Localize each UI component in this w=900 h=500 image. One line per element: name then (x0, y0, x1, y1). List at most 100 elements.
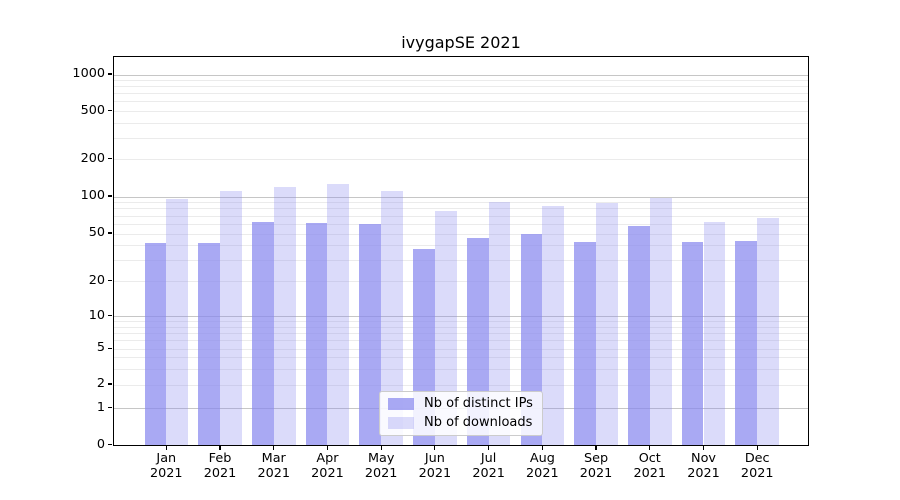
bar-distinct-ips-nov (681, 242, 704, 445)
gridline-minor (114, 122, 808, 124)
gridline-minor (114, 86, 808, 88)
x-tick-label-line: Oct (638, 451, 661, 466)
bar-downloads-nov (703, 222, 726, 445)
y-tick-label: 2 (96, 376, 105, 391)
x-tick (219, 445, 221, 450)
x-tick (541, 445, 543, 450)
x-tick-label-line: Jan (156, 451, 177, 466)
y-tick-label: 1 (96, 399, 105, 415)
y-tick (108, 347, 112, 349)
x-tick-label-line: Feb (208, 451, 232, 466)
x-tick-label-line: 2021 (418, 466, 452, 481)
bar-downloads-jan (166, 198, 189, 445)
gridline-minor (114, 80, 808, 82)
x-tick (273, 445, 275, 450)
x-tick-label-line: 2021 (526, 466, 559, 481)
bar-downloads-oct (649, 198, 672, 445)
gridline-minor (114, 215, 808, 217)
x-tick-label-line: 2021 (203, 466, 237, 481)
y-tick (108, 443, 112, 446)
y-tick-label: 10 (88, 307, 105, 323)
chart: ivygapSE 2021 Nb of distinct IPs Nb of d… (0, 0, 900, 500)
x-tick-label: Sep 2021 (568, 451, 624, 481)
x-tick-label-line: Apr (316, 451, 339, 466)
bar-downloads-mar (273, 187, 296, 445)
y-tick (108, 315, 112, 317)
x-tick (434, 445, 436, 450)
bar-distinct-ips-sep (574, 242, 597, 445)
x-tick (702, 445, 705, 450)
bar-distinct-ips-oct (627, 226, 650, 445)
x-tick-label-line: Sep (583, 451, 609, 466)
x-tick-label-line: May (367, 451, 395, 466)
gridline-minor (114, 202, 808, 204)
bar-distinct-ips-apr (305, 223, 328, 445)
x-tick-label-line: 2021 (579, 466, 613, 481)
y-tick (108, 195, 112, 197)
x-tick-label-line: 2021 (257, 466, 291, 481)
bar-distinct-ips-dec (735, 240, 758, 445)
x-tick-label: Apr 2021 (299, 451, 355, 481)
bar-distinct-ips-may (359, 224, 382, 445)
x-tick-label: Aug 2021 (514, 451, 570, 481)
x-tick-label: Jan 2021 (138, 451, 194, 481)
bar-downloads-dec (757, 218, 780, 445)
legend-item-distinct-ips: Nb of distinct IPs (388, 396, 534, 412)
x-tick-label-line: 2021 (311, 466, 344, 481)
x-tick-label-line: 2021 (472, 466, 505, 481)
x-tick-label-line: 2021 (687, 466, 720, 481)
y-tick-label: 100 (80, 188, 105, 203)
gridline-major (114, 74, 808, 76)
y-tick (108, 73, 112, 75)
y-tick-label: 50 (88, 225, 105, 240)
x-tick (595, 445, 597, 450)
y-tick (108, 383, 112, 385)
x-tick-label: Oct 2021 (622, 451, 678, 481)
bar-downloads-aug (542, 205, 565, 445)
x-tick (649, 445, 651, 450)
x-tick (165, 445, 167, 450)
x-tick-label-line: Dec (744, 451, 770, 466)
x-tick-label: Nov 2021 (676, 451, 732, 481)
gridline-minor (114, 137, 808, 139)
y-tick-label: 1000 (72, 66, 105, 81)
bar-distinct-ips-mar (251, 222, 274, 445)
x-tick-label-line: Aug (529, 451, 555, 466)
x-tick-label-line: Nov (691, 451, 716, 466)
legend-label-downloads: Nb of downloads (424, 414, 533, 430)
x-tick-label-line: Mar (261, 451, 286, 466)
x-tick-label-line: 2021 (633, 466, 667, 481)
x-tick-label: Feb 2021 (192, 451, 248, 481)
y-tick-label: 0 (96, 436, 105, 452)
x-tick-label: May 2021 (353, 451, 409, 481)
y-tick-label: 500 (80, 102, 105, 118)
x-tick-label: Jun 2021 (407, 451, 463, 481)
y-tick (108, 157, 112, 160)
x-tick-label: Mar 2021 (246, 451, 302, 481)
legend-item-downloads: Nb of downloads (388, 415, 534, 431)
gridline-minor (114, 101, 808, 103)
x-tick-label-line: Jun (424, 451, 445, 466)
legend-swatch-downloads (388, 416, 414, 429)
x-tick (488, 445, 490, 450)
y-tick (108, 279, 112, 282)
y-tick-label: 5 (96, 340, 105, 356)
legend-swatch-distinct-ips (388, 398, 414, 411)
x-tick-label-line: 2021 (364, 466, 398, 481)
bar-downloads-apr (327, 184, 350, 445)
gridline-minor (114, 208, 808, 210)
x-tick-label: Jul 2021 (461, 451, 517, 481)
gridline-minor (114, 93, 808, 95)
x-tick-label-line: 2021 (150, 466, 183, 481)
gridline-minor (114, 111, 808, 112)
x-tick-label-line: Jul (480, 451, 497, 466)
chart-title: ivygapSE 2021 (401, 33, 521, 52)
bar-downloads-feb (220, 190, 242, 445)
gridline-major (114, 196, 808, 198)
legend-label-distinct-ips: Nb of distinct IPs (424, 396, 533, 412)
y-tick (108, 109, 112, 112)
y-tick-label: 200 (80, 150, 105, 166)
bar-distinct-ips-feb (198, 243, 221, 445)
x-tick (380, 445, 382, 450)
x-tick (326, 445, 329, 450)
